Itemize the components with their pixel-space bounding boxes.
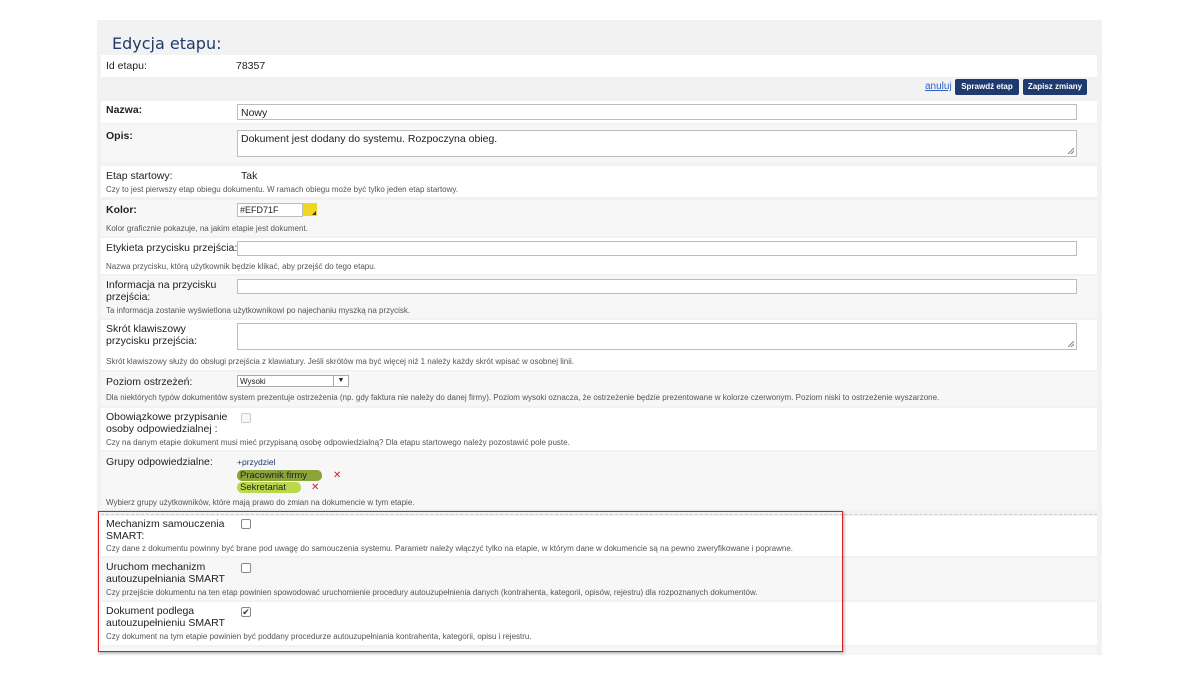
groups-label: Grupy odpowiedzialne:	[106, 456, 213, 468]
id-row: Id etapu: 78357	[101, 55, 1097, 77]
shortcut-label: Skrót klawiszowy przycisku przejścia:	[106, 323, 198, 347]
mandatory-label: Obowiązkowe przypisanie osoby odpowiedzi…	[106, 411, 228, 435]
name-row: Nazwa: Nowy	[101, 101, 1097, 123]
button-info-row: Informacja na przycisku przejścia: Ta in…	[101, 276, 1097, 318]
name-input[interactable]: Nowy	[237, 104, 1077, 120]
warning-level-value: Wysoki	[240, 377, 266, 386]
mandatory-row: Obowiązkowe przypisanie osoby odpowiedzi…	[101, 408, 1097, 450]
groups-hint: Wybierz grupy użytkowników, które mają p…	[106, 498, 415, 507]
cancel-link[interactable]: anuluj	[925, 81, 952, 92]
desc-textarea[interactable]: Dokument jest dodany do systemu. Rozpocz…	[237, 130, 1077, 157]
shortcut-textarea[interactable]	[237, 323, 1077, 350]
start-hint: Czy to jest pierwszy etap obiegu dokumen…	[106, 185, 459, 194]
color-label: Kolor:	[106, 204, 137, 216]
save-changes-button[interactable]: Zapisz zmiany	[1023, 79, 1087, 95]
color-row: Kolor: #EFD71F Kolor graficznie pokazuje…	[101, 200, 1097, 236]
mandatory-hint: Czy na danym etapie dokument musi mieć p…	[106, 438, 570, 447]
button-info-label: Informacja na przycisku przejścia:	[106, 279, 217, 303]
assign-group-link[interactable]: +przydziel	[237, 457, 276, 467]
chevron-down-icon[interactable]: ▼	[333, 376, 348, 386]
warning-hint: Dla niektórych typów dokumentów system p…	[106, 393, 940, 402]
warning-label: Poziom ostrzeżeń:	[106, 376, 193, 388]
group-tag: Pracownik firmy	[237, 470, 322, 481]
desc-row: Opis: Dokument jest dodany do systemu. R…	[101, 125, 1097, 163]
color-picker-swatch[interactable]	[303, 203, 317, 216]
name-label: Nazwa:	[106, 104, 143, 116]
warning-level-select[interactable]: Wysoki ▼	[237, 375, 349, 387]
check-stage-button[interactable]: Sprawdź etap	[955, 79, 1019, 95]
warning-row: Poziom ostrzeżeń: Wysoki ▼ Dla niektóryc…	[101, 372, 1097, 406]
groups-row: Grupy odpowiedzialne: +przydziel Pracown…	[101, 452, 1097, 510]
highlight-box	[98, 511, 843, 652]
button-label-hint: Nazwa przycisku, którą użytkownik będzie…	[106, 262, 376, 271]
button-info-input[interactable]	[237, 279, 1077, 294]
resize-grip-icon[interactable]	[1068, 341, 1074, 347]
start-row: Etap startowy: Tak Czy to jest pierwszy …	[101, 166, 1097, 197]
start-label: Etap startowy:	[106, 170, 173, 182]
desc-text: Dokument jest dodany do systemu. Rozpocz…	[241, 133, 498, 145]
id-label: Id etapu:	[106, 60, 147, 72]
color-input[interactable]: #EFD71F	[237, 203, 303, 217]
button-info-hint: Ta informacja zostanie wyświetlona użytk…	[106, 306, 411, 315]
start-value: Tak	[241, 170, 258, 182]
resize-grip-icon[interactable]	[1068, 148, 1074, 154]
color-hint: Kolor graficznie pokazuje, na jakim etap…	[106, 224, 308, 233]
shortcut-hint: Skrót klawiszowy służy do obsługi przejś…	[106, 357, 575, 366]
mandatory-checkbox[interactable]	[241, 413, 251, 423]
shortcut-row: Skrót klawiszowy przycisku przejścia: Sk…	[101, 320, 1097, 370]
group-tag: Sekretariat	[237, 482, 301, 493]
button-label-input[interactable]	[237, 241, 1077, 256]
remove-group-icon[interactable]: ✕	[311, 482, 319, 493]
remove-group-icon[interactable]: ✕	[333, 470, 341, 481]
id-value: 78357	[236, 60, 266, 72]
page-title: Edycja etapu:	[112, 34, 222, 53]
button-label-label: Etykieta przycisku przejścia:	[106, 242, 238, 254]
desc-label: Opis:	[106, 130, 133, 142]
button-label-row: Etykieta przycisku przejścia: Nazwa przy…	[101, 238, 1097, 274]
